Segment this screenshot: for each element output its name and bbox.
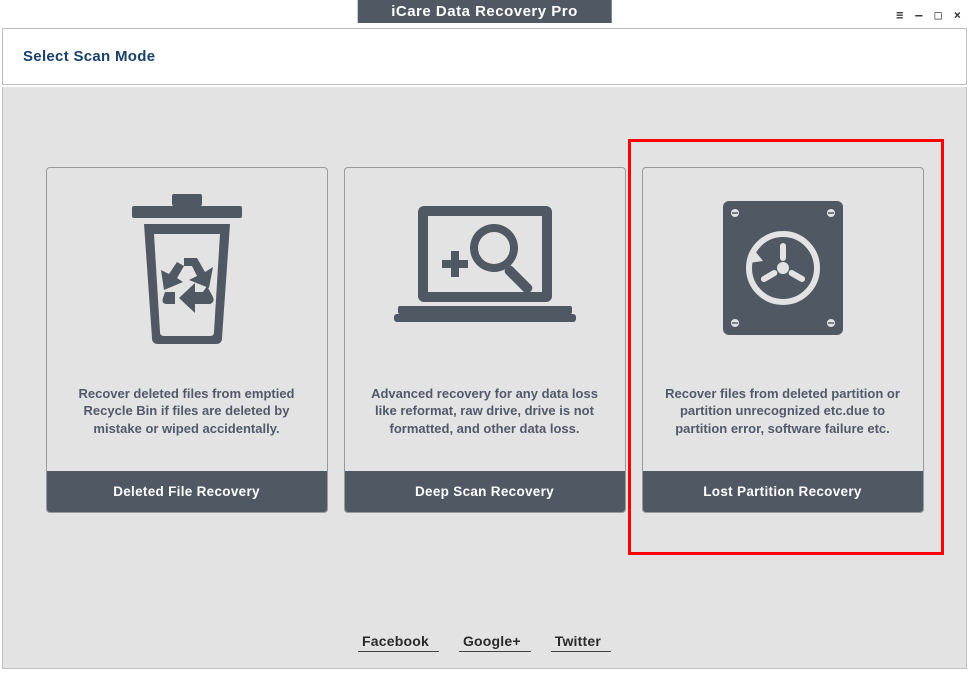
card-desc: Recover files from deleted partition or …: [643, 368, 923, 454]
facebook-link[interactable]: Facebook: [358, 633, 439, 652]
card-label: Deep Scan Recovery: [345, 471, 625, 512]
card-label: Lost Partition Recovery: [643, 471, 923, 512]
close-button[interactable]: ×: [954, 8, 961, 22]
card-label: Deleted File Recovery: [47, 471, 327, 512]
card-lost-partition-recovery[interactable]: Recover files from deleted partition or …: [642, 167, 924, 513]
card-wrap-deepscan: Advanced recovery for any data loss like…: [344, 167, 626, 513]
page-title: Select Scan Mode: [23, 48, 946, 65]
card-desc: Recover deleted files from emptied Recyc…: [47, 368, 327, 454]
card-wrap-lostpartition: Recover files from deleted partition or …: [642, 167, 924, 513]
header-band: Select Scan Mode: [2, 28, 967, 85]
window-title: iCare Data Recovery Pro: [357, 0, 612, 23]
menu-button[interactable]: ≡: [896, 8, 903, 22]
maximize-button[interactable]: □: [935, 8, 942, 22]
content-area: Recover deleted files from emptied Recyc…: [2, 87, 967, 669]
card-desc: Advanced recovery for any data loss like…: [345, 368, 625, 454]
card-deleted-file-recovery[interactable]: Recover deleted files from emptied Recyc…: [46, 167, 328, 513]
card-deep-scan-recovery[interactable]: Advanced recovery for any data loss like…: [344, 167, 626, 513]
titlebar: iCare Data Recovery Pro ≡ – □ ×: [0, 0, 969, 26]
googleplus-link[interactable]: Google+: [459, 633, 531, 652]
card-wrap-deleted: Recover deleted files from emptied Recyc…: [46, 167, 328, 513]
window-controls: ≡ – □ ×: [896, 8, 961, 22]
social-links: Facebook Google+ Twitter: [3, 633, 966, 652]
hard-drive-icon: [643, 168, 923, 368]
laptop-search-icon: [345, 168, 625, 368]
minimize-button[interactable]: –: [915, 8, 922, 22]
scan-mode-cards: Recover deleted files from emptied Recyc…: [3, 167, 966, 513]
twitter-link[interactable]: Twitter: [551, 633, 611, 652]
recycle-bin-icon: [47, 168, 327, 368]
